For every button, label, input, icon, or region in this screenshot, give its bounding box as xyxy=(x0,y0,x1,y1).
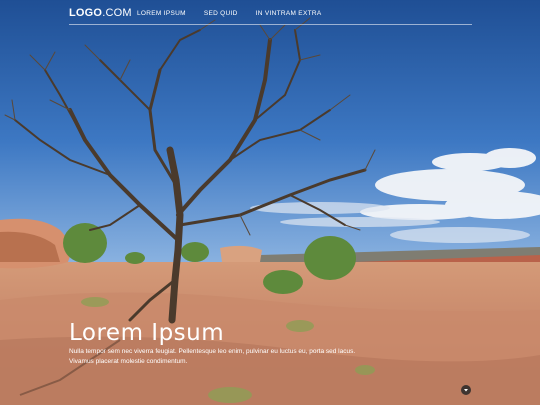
hero-title: Lorem Ipsum xyxy=(69,320,225,347)
logo-strong-text: LOGO xyxy=(69,7,103,19)
hero-description-line-1: Nulla tempor sem nec viverra feugiat. Pe… xyxy=(69,348,356,355)
main-nav: LOREM IPSUM SED QUID IN VINTRAM EXTRA xyxy=(137,10,339,17)
scroll-down-button[interactable] xyxy=(461,385,471,395)
nav-link-sed-quid[interactable]: SED QUID xyxy=(204,10,238,17)
hero-section: LOGO.COM LOREM IPSUM SED QUID IN VINTRAM… xyxy=(0,0,540,405)
logo-light-text: .COM xyxy=(102,7,132,19)
site-logo[interactable]: LOGO.COM xyxy=(69,7,132,19)
chevron-down-icon xyxy=(464,389,468,392)
hero-description-line-2: Vivamus placerat molestie condimentum. xyxy=(69,357,188,365)
nav-link-in-vintram-extra[interactable]: IN VINTRAM EXTRA xyxy=(256,10,322,17)
hero-description: Nulla tempor sem nec viverra feugiat. Pe… xyxy=(69,347,389,366)
top-navigation-bar: LOGO.COM LOREM IPSUM SED QUID IN VINTRAM… xyxy=(69,0,472,25)
nav-link-lorem-ipsum[interactable]: LOREM IPSUM xyxy=(137,10,186,17)
